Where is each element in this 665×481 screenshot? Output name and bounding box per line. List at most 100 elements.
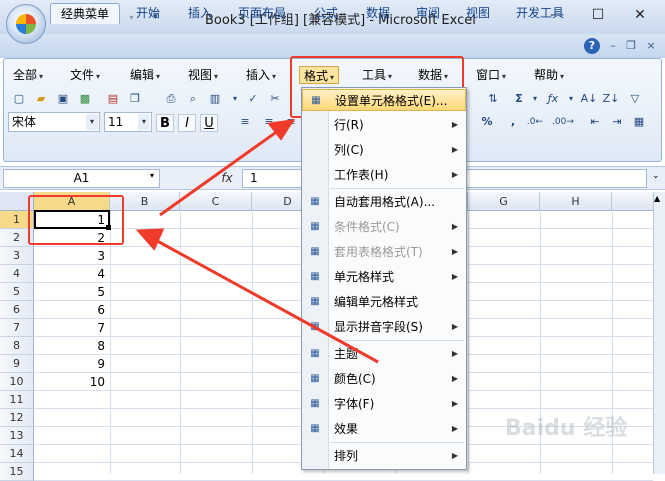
spelling-icon[interactable]: ✓: [244, 90, 262, 108]
row-header[interactable]: 7: [0, 319, 34, 337]
maximize-button[interactable]: ☐: [586, 6, 610, 24]
menu-view[interactable]: 视图 ▾: [188, 66, 218, 84]
insert-function-button[interactable]: fx: [217, 170, 237, 187]
cell-a10[interactable]: 10: [36, 373, 108, 391]
cut-icon[interactable]: ✂: [266, 90, 284, 108]
column-header-h[interactable]: H: [540, 192, 612, 211]
ribbon-restore-icon[interactable]: ❐: [624, 38, 638, 54]
chevron-down-icon[interactable]: ▾: [150, 171, 154, 180]
format-menu-item[interactable]: ▦ 条件格式(C) ▶: [302, 216, 466, 238]
increase-indent-icon[interactable]: ⇥: [608, 113, 626, 131]
format-menu-item[interactable]: ▦ 套用表格格式(T) ▶: [302, 241, 466, 263]
format-menu-item[interactable]: ▦ 颜色(C) ▶: [302, 368, 466, 390]
cell-a4[interactable]: 4: [36, 265, 108, 283]
ribbon-close-icon[interactable]: ×: [644, 38, 658, 54]
comma-style-button[interactable]: ,: [504, 113, 522, 131]
cell-a3[interactable]: 3: [36, 247, 108, 265]
format-menu-item[interactable]: ▦ 设置单元格格式(E)...: [302, 89, 466, 111]
tab-review[interactable]: 审阅: [406, 3, 450, 24]
format-menu-item[interactable]: 行(R) ▶: [302, 114, 466, 136]
increase-decimal-icon[interactable]: .0←: [526, 113, 544, 131]
column-header-c[interactable]: C: [180, 192, 252, 211]
sort-descending-icon[interactable]: Z↓: [602, 90, 620, 108]
format-menu-item[interactable]: ▦ 单元格样式 ▶: [302, 266, 466, 288]
cell-a9[interactable]: 9: [36, 355, 108, 373]
row-header[interactable]: 14: [0, 445, 34, 463]
menu-help[interactable]: 帮助 ▾: [534, 66, 564, 84]
open-icon[interactable]: ▰: [32, 90, 50, 108]
underline-button[interactable]: U: [200, 114, 218, 132]
close-button[interactable]: ✕: [628, 6, 652, 24]
format-menu-item[interactable]: ▦ 显示拼音字段(S) ▶: [302, 316, 466, 338]
chevron-down-icon[interactable]: ▾: [526, 90, 544, 108]
format-menu-item[interactable]: ▦ 主题 ▶: [302, 343, 466, 365]
font-name-combo[interactable]: 宋体 ▾: [8, 112, 100, 132]
scroll-up-icon[interactable]: ▲: [654, 194, 660, 203]
menu-insert[interactable]: 插入 ▾: [246, 66, 276, 84]
column-header-g[interactable]: G: [468, 192, 540, 211]
format-menu-item[interactable]: 排列 ▶: [302, 445, 466, 467]
menu-window[interactable]: 窗口 ▾: [476, 66, 506, 84]
tab-developer[interactable]: 开发工具: [506, 3, 574, 24]
tab-formulas[interactable]: 公式: [304, 3, 348, 24]
new-icon[interactable]: ▢: [10, 90, 28, 108]
cell-a6[interactable]: 6: [36, 301, 108, 319]
pdf-icon[interactable]: ▤: [104, 90, 122, 108]
row-header[interactable]: 15: [0, 463, 34, 481]
print-icon[interactable]: ⎙: [162, 90, 180, 108]
menu-edit[interactable]: 编辑 ▾: [130, 66, 160, 84]
menu-all[interactable]: 全部 ▾: [13, 66, 43, 84]
cell-a8[interactable]: 8: [36, 337, 108, 355]
chevron-down-icon[interactable]: ▾: [86, 114, 98, 130]
decrease-indent-icon[interactable]: ⇤: [586, 113, 604, 131]
research-icon[interactable]: ▥: [206, 90, 224, 108]
align-left-icon[interactable]: ≡: [236, 113, 254, 131]
percent-style-button[interactable]: %: [478, 113, 496, 131]
borders-icon[interactable]: ▦: [630, 113, 648, 131]
name-box[interactable]: A1: [3, 169, 160, 188]
insert-function-icon[interactable]: ƒx: [544, 90, 562, 108]
filter-icon[interactable]: ▽: [626, 90, 644, 108]
row-header[interactable]: 4: [0, 265, 34, 283]
chevron-down-icon[interactable]: ▾: [226, 90, 244, 108]
office-button[interactable]: [6, 4, 46, 44]
ribbon-minimize-icon[interactable]: –: [606, 38, 620, 54]
menu-file[interactable]: 文件 ▾: [70, 66, 100, 84]
format-menu-item[interactable]: 列(C) ▶: [302, 139, 466, 161]
tab-data[interactable]: 数据: [356, 3, 400, 24]
row-header[interactable]: 10: [0, 373, 34, 391]
tab-classic-menu[interactable]: 经典菜单: [50, 3, 121, 24]
chevron-down-icon[interactable]: ▾: [562, 90, 580, 108]
print-preview-icon[interactable]: ⌕: [184, 90, 202, 108]
chevron-down-icon[interactable]: ▾: [138, 114, 150, 130]
format-menu-item[interactable]: ▦ 字体(F) ▶: [302, 393, 466, 415]
copy-icon[interactable]: ❐: [126, 90, 144, 108]
italic-button[interactable]: I: [178, 114, 196, 132]
row-header[interactable]: 13: [0, 427, 34, 445]
row-header[interactable]: 11: [0, 391, 34, 409]
sort-icon[interactable]: ⇅: [484, 90, 502, 108]
format-menu-item[interactable]: 工作表(H) ▶: [302, 164, 466, 186]
row-header[interactable]: 12: [0, 409, 34, 427]
format-menu-item[interactable]: ▦ 编辑单元格样式: [302, 291, 466, 313]
cell-a5[interactable]: 5: [36, 283, 108, 301]
expand-formula-bar-icon[interactable]: ⌄: [652, 171, 660, 181]
tab-page-layout[interactable]: 页面布局: [228, 3, 296, 24]
font-size-combo[interactable]: 11 ▾: [104, 112, 152, 132]
cell-a7[interactable]: 7: [36, 319, 108, 337]
tab-home[interactable]: 开始: [126, 3, 170, 24]
row-header[interactable]: 3: [0, 247, 34, 265]
format-menu-item[interactable]: ▦ 自动套用格式(A)...: [302, 191, 466, 213]
sort-ascending-icon[interactable]: A↓: [580, 90, 598, 108]
row-header[interactable]: 5: [0, 283, 34, 301]
row-header[interactable]: 9: [0, 355, 34, 373]
format-menu-item[interactable]: ▦ 效果 ▶: [302, 418, 466, 440]
tab-insert[interactable]: 插入: [178, 3, 222, 24]
row-header[interactable]: 6: [0, 301, 34, 319]
help-icon[interactable]: ?: [584, 38, 600, 54]
bold-button[interactable]: B: [156, 114, 174, 132]
save-icon[interactable]: ▣: [54, 90, 72, 108]
align-center-icon[interactable]: ≡: [260, 113, 278, 131]
tab-view[interactable]: 视图: [456, 3, 500, 24]
vertical-scrollbar[interactable]: [653, 192, 665, 474]
